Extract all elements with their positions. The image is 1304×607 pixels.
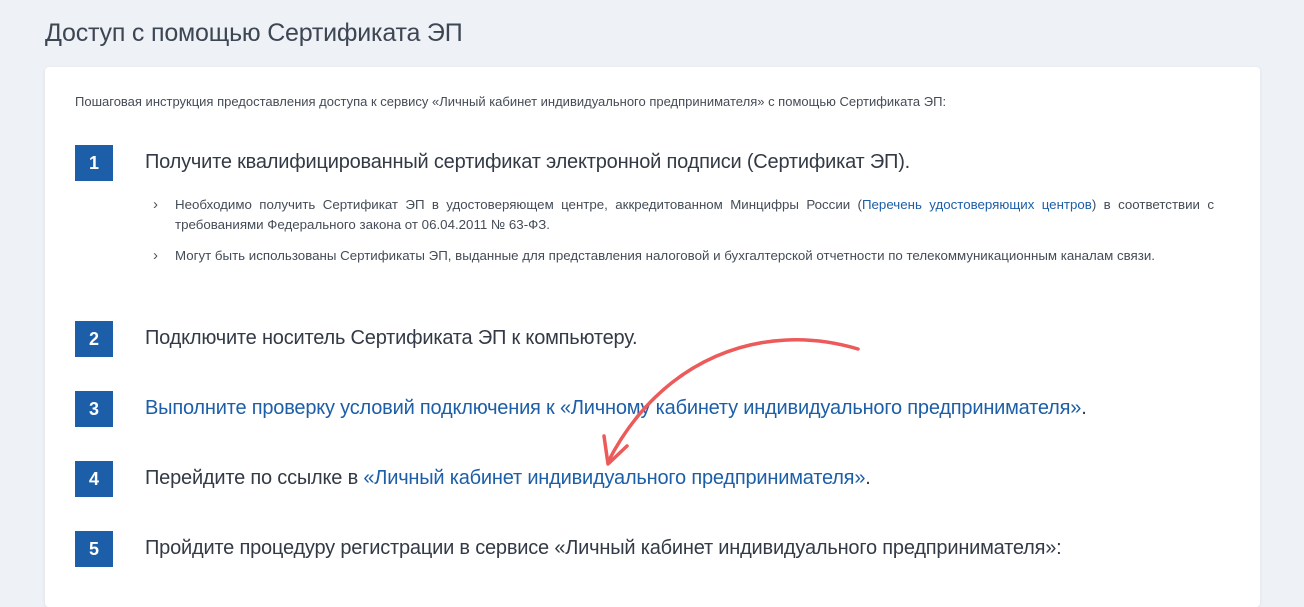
step-number: 5: [75, 531, 113, 567]
step-5: 5 Пройдите процедуру регистрации в серви…: [75, 531, 1215, 567]
personal-cabinet-link[interactable]: «Личный кабинет индивидуального предприн…: [363, 467, 865, 489]
step-4: 4 Перейдите по ссылке в «Личный кабинет …: [75, 461, 1215, 497]
list-item: › Могут быть использованы Сертификаты ЭП…: [153, 246, 1214, 266]
bullet-text: Могут быть использованы Сертификаты ЭП, …: [175, 248, 1155, 263]
step-number: 4: [75, 461, 113, 497]
step-text: Пройдите процедуру регистрации в сервисе…: [145, 537, 1062, 559]
page-title: Доступ с помощью Сертификата ЭП: [45, 19, 463, 47]
step-1: 1 Получите квалифицированный сертификат …: [75, 145, 1215, 181]
step-text-end: .: [1081, 397, 1087, 419]
step-text-start: Перейдите по ссылке в: [145, 467, 364, 489]
ca-list-link[interactable]: Перечень удостоверяющих центров: [862, 197, 1092, 212]
step-text: Выполните проверку условий подключения к…: [145, 397, 1087, 420]
step-text: Подключите носитель Сертификата ЭП к ком…: [145, 327, 638, 349]
chevron-right-icon: ›: [153, 247, 158, 264]
check-connection-link[interactable]: Выполните проверку условий подключения к…: [145, 397, 1081, 419]
step-3: 3 Выполните проверку условий подключения…: [75, 391, 1215, 427]
step-1-bullets: › Необходимо получить Сертификат ЭП в уд…: [153, 195, 1214, 277]
step-2: 2 Подключите носитель Сертификата ЭП к к…: [75, 321, 1215, 357]
step-text: Перейдите по ссылке в «Личный кабинет ин…: [145, 467, 871, 490]
step-text-end: .: [865, 467, 871, 489]
step-number: 2: [75, 321, 113, 357]
chevron-right-icon: ›: [153, 196, 158, 213]
step-text: Получите квалифицированный сертификат эл…: [145, 151, 911, 173]
instruction-card: Пошаговая инструкция предоставления дост…: [45, 67, 1260, 607]
bullet-text-start: Необходимо получить Сертификат ЭП в удос…: [175, 197, 862, 212]
step-number: 1: [75, 145, 113, 181]
intro-text: Пошаговая инструкция предоставления дост…: [75, 94, 947, 109]
list-item: › Необходимо получить Сертификат ЭП в уд…: [153, 195, 1214, 235]
step-number: 3: [75, 391, 113, 427]
